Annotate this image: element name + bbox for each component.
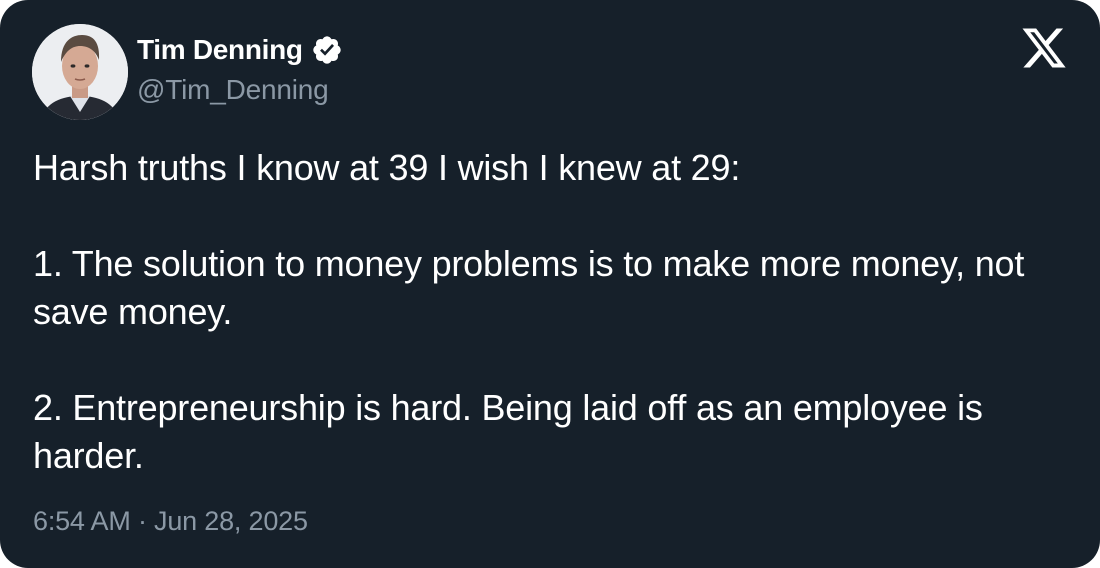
author-display-name[interactable]: Tim Denning — [137, 34, 303, 66]
name-row: Tim Denning — [137, 30, 343, 70]
tweet-paragraph: 1. The solution to money problems is to … — [33, 243, 1025, 332]
tweet-text: Harsh truths I know at 39 I wish I knew … — [33, 144, 1073, 480]
author-handle[interactable]: @Tim_Denning — [137, 74, 343, 106]
tweet-paragraph: Harsh truths I know at 39 I wish I knew … — [33, 147, 741, 188]
verified-badge-icon — [311, 34, 343, 66]
avatar[interactable] — [32, 24, 128, 120]
person-photo-icon — [32, 24, 128, 120]
x-logo-icon[interactable] — [1020, 28, 1068, 72]
author-block: Tim Denning @Tim_Denning — [137, 30, 343, 106]
tweet-timestamp[interactable]: 6:54 AM · Jun 28, 2025 — [33, 506, 308, 537]
tweet-card: Tim Denning @Tim_Denning Harsh truths I … — [0, 0, 1100, 568]
tweet-paragraph: 2. Entrepreneurship is hard. Being laid … — [33, 387, 983, 476]
